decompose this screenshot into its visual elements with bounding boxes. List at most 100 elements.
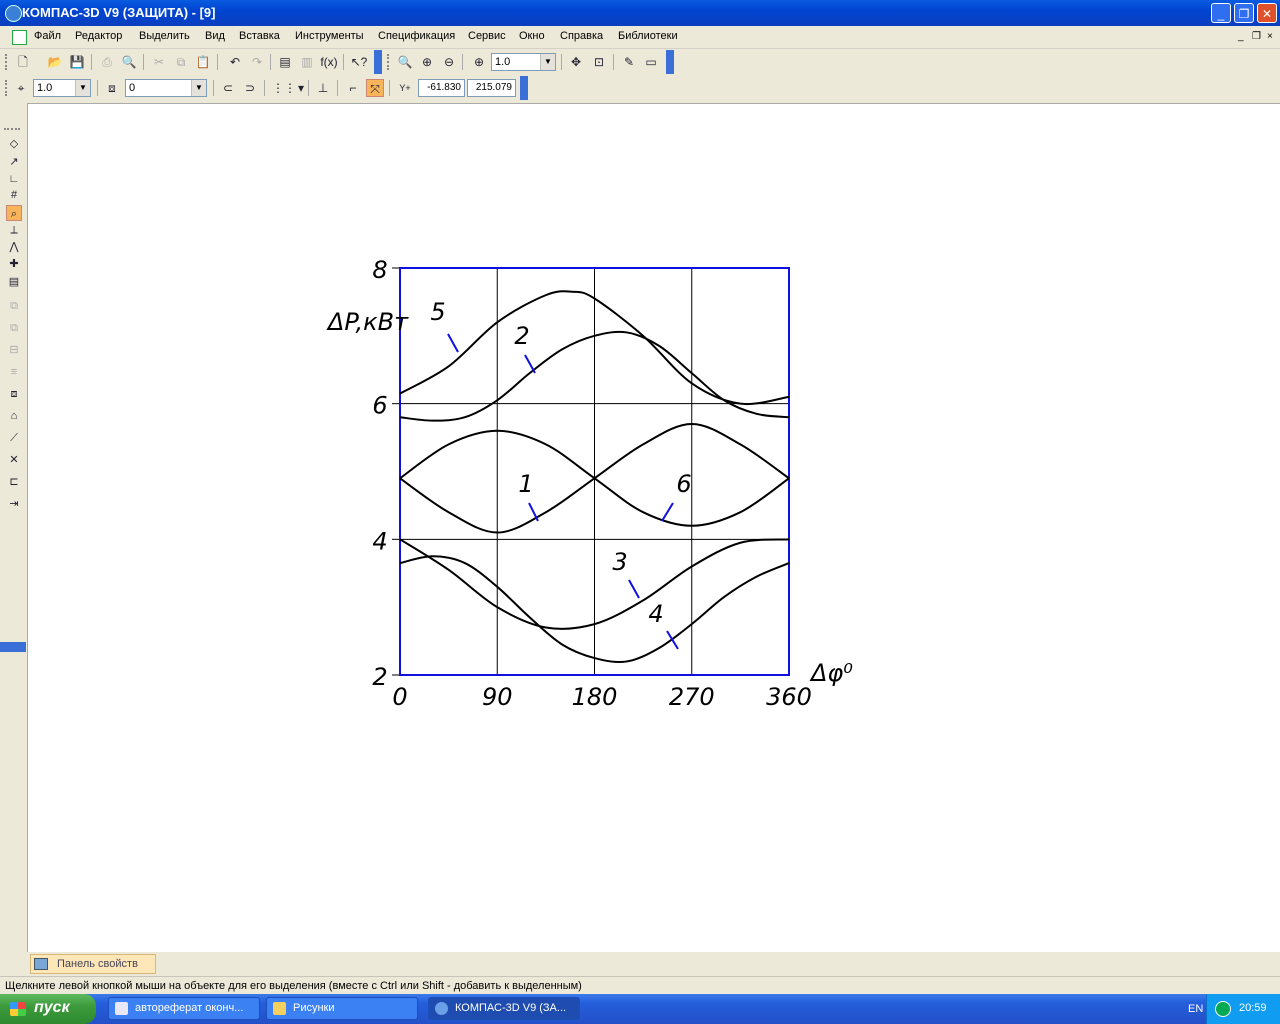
panel-expand-button[interactable] (0, 642, 26, 652)
system-tray: 20:59 (1206, 994, 1280, 1024)
spec-icon[interactable]: ✚ (6, 256, 22, 272)
layers-icon[interactable]: ⧈ (103, 79, 121, 97)
coord-y-field[interactable]: 215.079 (467, 79, 516, 97)
language-indicator[interactable]: EN (1188, 1003, 1203, 1015)
leader-line (628, 579, 640, 599)
cut-icon[interactable]: ✂ (150, 53, 168, 71)
tangent-icon[interactable]: ⟋ (6, 430, 22, 446)
print-icon[interactable]: ⎙ (98, 53, 116, 71)
doc-close-button[interactable]: × (1267, 31, 1273, 42)
kompas-app-icon[interactable] (5, 5, 22, 22)
toolbar-grip[interactable] (387, 54, 392, 70)
standard-toolbar: 🗋 📂 💾 ⎙ 🔍 ✂ ⧉ 📋 ↶ ↷ ▤ ▥ f(x) ↖? 🔍 ⊕ ⊖ ⊕ … (0, 50, 680, 74)
copy-objects-icon[interactable]: ⧈ (6, 386, 22, 402)
menu-specification[interactable]: Спецификация (378, 30, 455, 42)
menu-editor[interactable]: Редактор (75, 30, 122, 42)
task-pictures-folder[interactable]: Рисунки (266, 997, 418, 1020)
leader-line (666, 630, 679, 650)
dimensions-icon[interactable]: ↗ (6, 154, 22, 170)
zoom-combo[interactable]: 1.0 ▼ (491, 53, 556, 71)
library-icon[interactable]: ▥ (298, 53, 316, 71)
title-bar: КОМПАС-3D V9 (ЗАЩИТА) - [9] _ ❐ ✕ (0, 0, 1280, 26)
layer-combo[interactable]: 0 ▼ (125, 79, 207, 97)
properties-icon (34, 958, 48, 970)
curve-label-4: 4 (648, 600, 663, 628)
menu-select[interactable]: Выделить (139, 30, 190, 42)
context-help-icon[interactable]: ↖? (350, 53, 368, 71)
step-combo[interactable]: 1.0 ▼ (33, 79, 91, 97)
task-label: автореферат оконч... (135, 1002, 244, 1014)
menu-insert[interactable]: Вставка (239, 30, 280, 42)
coord-x-field[interactable]: -61.830 (418, 79, 465, 97)
zoom-scale-icon[interactable]: ⊕ (470, 53, 488, 71)
regenerate-icon[interactable]: ✎ (620, 53, 638, 71)
menu-file[interactable]: Файл (34, 30, 61, 42)
start-button[interactable]: пуск (0, 994, 96, 1024)
parametrization-icon[interactable]: ⌕ (6, 205, 22, 221)
document-icon[interactable] (12, 30, 27, 45)
section-icon[interactable]: ⊟ (6, 342, 22, 358)
menu-window[interactable]: Окно (519, 30, 545, 42)
doc-restore-button[interactable]: ❐ (1252, 31, 1261, 42)
layout-icon[interactable]: ▭ (642, 53, 660, 71)
geometry-icon[interactable]: ◇ (6, 136, 22, 152)
menu-view[interactable]: Вид (205, 30, 225, 42)
insert-view-icon[interactable]: ⧉ (6, 320, 22, 336)
grid-icon[interactable]: ⋮⋮ (272, 79, 296, 97)
intersect-icon[interactable]: ✕ (6, 452, 22, 468)
local-snap-icon[interactable]: ⊃ (241, 79, 259, 97)
extend-icon[interactable]: ⇥ (6, 496, 22, 512)
doc-minimize-button[interactable]: _ (1238, 31, 1244, 42)
save-icon[interactable]: 💾 (68, 53, 86, 71)
windows-flag-icon (10, 1002, 26, 1016)
chevron-down-icon[interactable]: ▼ (540, 54, 555, 70)
select-icon[interactable]: ⋀ (6, 239, 22, 255)
tray-app-icon[interactable] (1215, 1001, 1231, 1017)
task-kompas[interactable]: КОМПАС-3D V9 (ЗА... (428, 997, 580, 1020)
properties-panel-tab[interactable]: Панель свойств (30, 954, 156, 974)
zoom-in-icon[interactable]: ⊕ (418, 53, 436, 71)
restore-button[interactable]: ❐ (1234, 3, 1254, 23)
drawing-canvas[interactable]: 0 90 180 270 360 2 4 6 8 ΔP,кВт Δφ⁰ 5 2 1 6 3 4 (27, 103, 1280, 952)
zoom-out-icon[interactable]: ⊖ (440, 53, 458, 71)
toolbar-grip[interactable] (5, 80, 10, 96)
print-preview-icon[interactable]: 🔍 (120, 53, 138, 71)
manager-icon[interactable]: ▤ (276, 53, 294, 71)
align-icon[interactable]: ≡ (6, 364, 22, 380)
copy-icon[interactable]: ⧉ (172, 53, 190, 71)
chevron-down-icon[interactable]: ▼ (191, 80, 206, 96)
open-folder-icon[interactable]: 📂 (46, 53, 64, 71)
equidistant-icon[interactable]: ⊏ (6, 474, 22, 490)
measure-icon[interactable]: ⟂ (6, 222, 22, 238)
local-cs-icon[interactable]: ⊥ (314, 79, 332, 97)
snap-magnet-icon[interactable]: ⊂ (219, 79, 237, 97)
minimize-button[interactable]: _ (1211, 3, 1231, 23)
y-tick-label: 4 (372, 527, 387, 555)
close-button[interactable]: ✕ (1257, 3, 1277, 23)
toolbar-grip[interactable] (5, 54, 10, 70)
cursor-step-icon[interactable]: ⌖ (12, 79, 30, 97)
panel-grip[interactable] (4, 128, 20, 133)
menu-help[interactable]: Справка (560, 30, 603, 42)
pan-icon[interactable]: ✥ (567, 53, 585, 71)
report-icon[interactable]: ▤ (6, 274, 22, 290)
parametric-mode-icon[interactable]: ⤧ (366, 79, 384, 97)
variables-icon[interactable]: f(x) (320, 53, 338, 71)
zoom-window-icon[interactable]: 🔍 (396, 53, 414, 71)
chevron-down-icon[interactable]: ▼ (75, 80, 90, 96)
undo-icon[interactable]: ↶ (226, 53, 244, 71)
edit-icon[interactable]: # (6, 187, 22, 203)
menu-service[interactable]: Сервис (468, 30, 506, 42)
boundary-icon[interactable]: ⌂ (6, 408, 22, 424)
symbols-icon[interactable]: ∟ (6, 171, 22, 187)
task-word-document[interactable]: автореферат оконч... (108, 997, 260, 1020)
ortho-icon[interactable]: ⌐ (344, 79, 362, 97)
fragment-icon[interactable]: ⧉ (6, 298, 22, 314)
leader-line (447, 333, 459, 353)
menu-tools[interactable]: Инструменты (295, 30, 364, 42)
paste-icon[interactable]: 📋 (194, 53, 212, 71)
show-all-icon[interactable]: ⊡ (590, 53, 608, 71)
menu-libraries[interactable]: Библиотеки (618, 30, 678, 42)
new-document-icon[interactable]: 🗋 (14, 53, 32, 71)
redo-icon[interactable]: ↷ (248, 53, 266, 71)
